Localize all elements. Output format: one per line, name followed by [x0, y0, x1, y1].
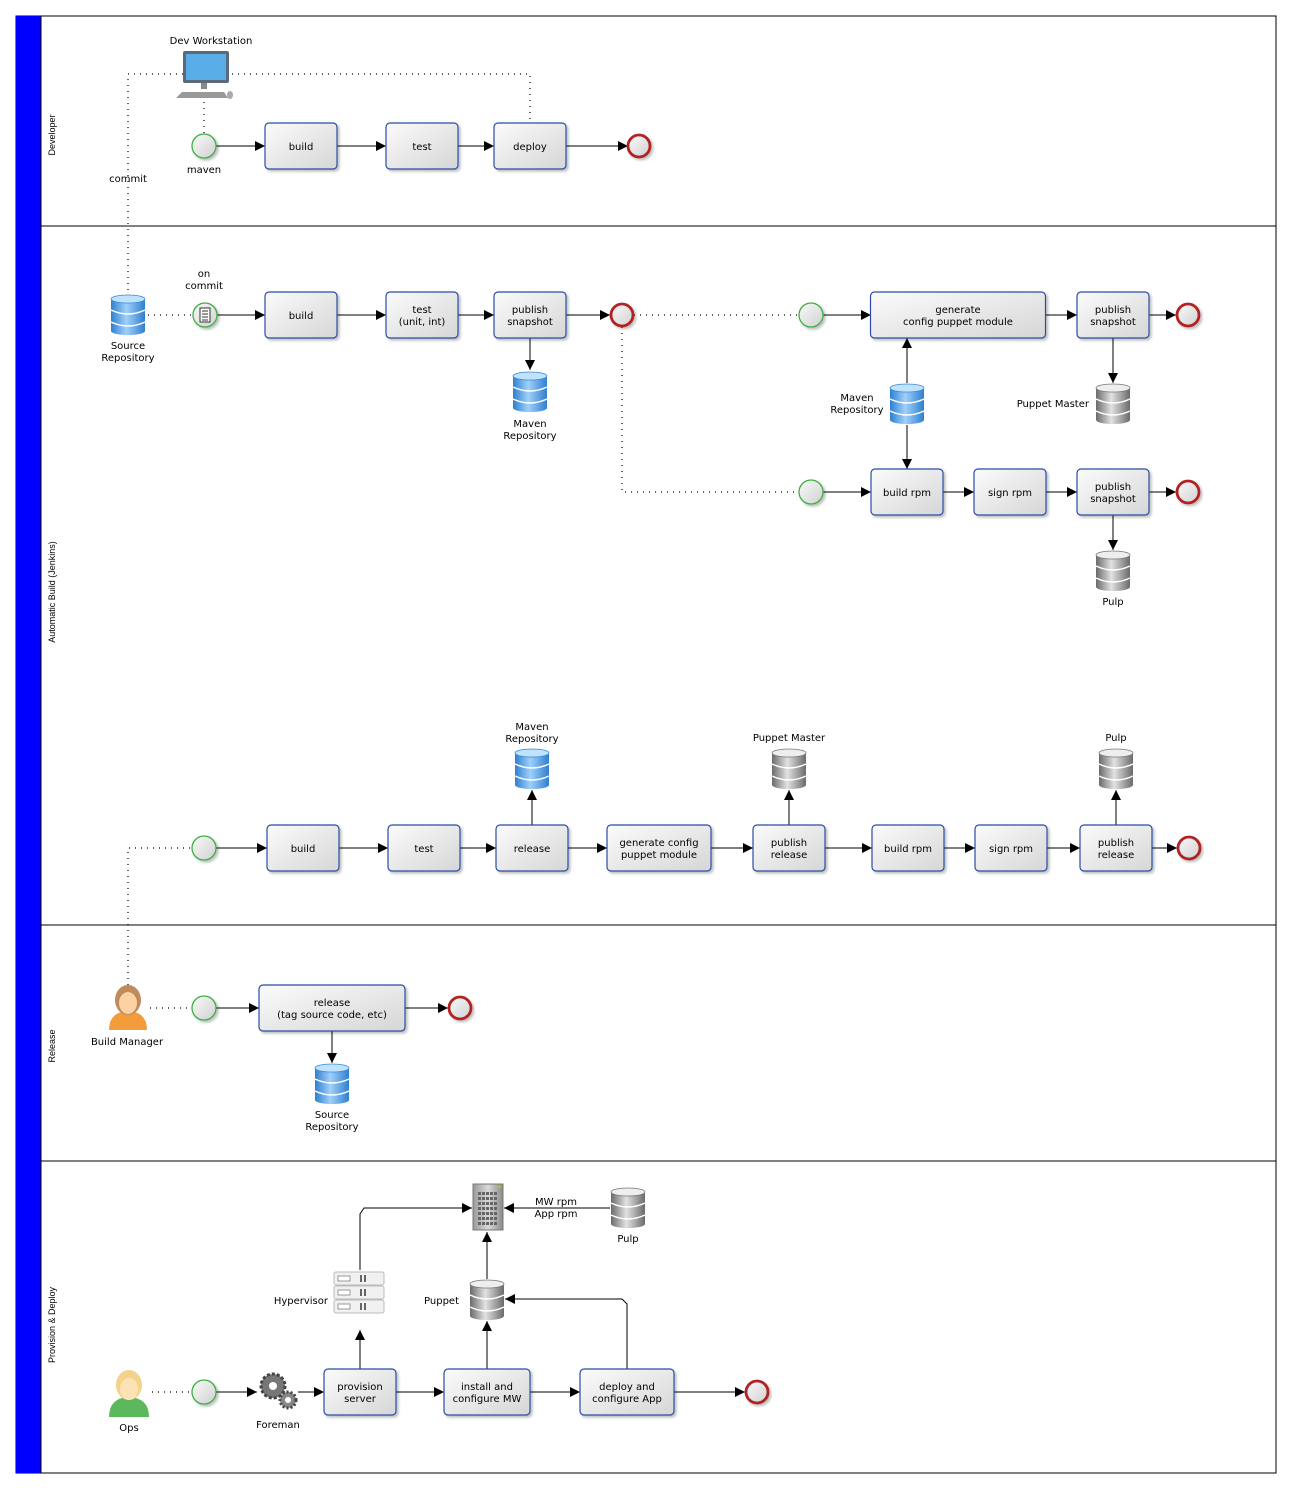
- task-sign-rpm-label: sign rpm: [988, 488, 1032, 499]
- task-generate-puppet-module[interactable]: generate config puppet module: [869, 291, 1047, 339]
- task-dev-test[interactable]: test: [385, 122, 459, 170]
- build-manager-label: Build Manager: [91, 1037, 164, 1048]
- task-puppet-publish-snapshot-label: publish snapshot: [1090, 305, 1136, 328]
- task-release-test[interactable]: test: [387, 824, 461, 872]
- commit-label: commit: [109, 174, 147, 185]
- task-provision-server[interactable]: provision server: [323, 1368, 397, 1416]
- maven-label: maven: [187, 165, 221, 176]
- task-rpm-publish-snapshot-label: publish snapshot: [1090, 482, 1136, 505]
- task-deploy-configure-app-label: deploy and configure App: [592, 1382, 662, 1405]
- task-dev-build-label: build: [289, 142, 314, 153]
- maven-repository-db-icon: [512, 371, 548, 412]
- source-repository-db-icon: [110, 294, 146, 335]
- pool-frame: [15, 15, 1277, 1474]
- puppet-label: Puppet: [424, 1296, 459, 1307]
- mw-rpm-app-rpm-label: MW rpm App rpm: [535, 1197, 578, 1220]
- task-sign-rpm[interactable]: sign rpm: [973, 468, 1047, 516]
- task-dev-test-label: test: [412, 142, 431, 153]
- task-dev-deploy-label: deploy: [513, 142, 547, 153]
- pool-header: [16, 16, 41, 1473]
- task-dev-deploy[interactable]: deploy: [493, 122, 567, 170]
- pulp-db-icon-2: [1098, 748, 1134, 789]
- lane-label-release: Release: [47, 1029, 57, 1062]
- pulp-db-icon: [1095, 550, 1131, 591]
- task-install-configure-mw[interactable]: install and configure MW: [443, 1368, 531, 1416]
- end-event-developer[interactable]: [626, 133, 652, 159]
- task-release-sign-rpm[interactable]: sign rpm: [974, 824, 1048, 872]
- start-event-rpm[interactable]: [798, 479, 824, 505]
- puppet-master-db-icon: [1095, 383, 1131, 424]
- task-release-build[interactable]: build: [266, 824, 340, 872]
- pulp-label-3: Pulp: [617, 1234, 638, 1245]
- task-puppet-publish-snapshot[interactable]: publish snapshot: [1076, 291, 1150, 339]
- task-ci-publish-snapshot[interactable]: publish snapshot: [493, 291, 567, 339]
- task-release-generate-puppet[interactable]: generate config puppet module: [606, 824, 712, 872]
- hypervisor-label: Hypervisor: [274, 1296, 329, 1307]
- task-ci-test[interactable]: test (unit, int): [385, 291, 459, 339]
- puppet-master-label: Puppet Master: [1017, 399, 1090, 410]
- pulp-label: Pulp: [1102, 597, 1123, 608]
- puppet-master-db-icon-2: [771, 748, 807, 789]
- task-tag-release[interactable]: release (tag source code, etc): [258, 984, 406, 1032]
- puppet-db-icon: [469, 1279, 505, 1320]
- end-event-provision[interactable]: [744, 1379, 770, 1405]
- lane-label-provision-deploy: Provision & Deploy: [47, 1286, 57, 1363]
- end-event-rpm[interactable]: [1175, 479, 1201, 505]
- maven-repository-db-icon-3: [514, 748, 550, 789]
- task-build-rpm[interactable]: build rpm: [870, 468, 944, 516]
- task-publish-release-puppet[interactable]: publish release: [752, 824, 826, 872]
- message-document-icon: [199, 307, 211, 323]
- task-build-rpm-label: build rpm: [883, 488, 931, 499]
- task-rpm-publish-snapshot[interactable]: publish snapshot: [1076, 468, 1150, 516]
- task-publish-release-pulp[interactable]: publish release: [1079, 824, 1153, 872]
- puppet-master-label-2: Puppet Master: [753, 733, 826, 744]
- task-publish-release-pulp-label: publish release: [1098, 838, 1134, 861]
- task-dev-build[interactable]: build: [264, 122, 338, 170]
- task-ci-build[interactable]: build: [264, 291, 338, 339]
- task-release[interactable]: release: [495, 824, 569, 872]
- start-event-maven[interactable]: [191, 133, 217, 159]
- lane-label-automatic-build: Automatic Build (Jenkins): [47, 541, 57, 643]
- lane-label-developer: Developer: [47, 114, 57, 155]
- task-release-build-rpm[interactable]: build rpm: [871, 824, 945, 872]
- task-ci-build-label: build: [289, 311, 314, 322]
- end-event-puppet[interactable]: [1175, 302, 1201, 328]
- task-deploy-configure-app[interactable]: deploy and configure App: [579, 1368, 675, 1416]
- bpmn-diagram: Developer Automatic Build (Jenkins) Rele…: [15, 15, 1277, 1474]
- task-install-configure-mw-label: install and configure MW: [453, 1382, 522, 1405]
- start-event-on-commit[interactable]: [192, 302, 218, 328]
- ops-label: Ops: [119, 1423, 138, 1434]
- task-release-build-rpm-label: build rpm: [884, 844, 932, 855]
- pulp-label-2: Pulp: [1105, 733, 1126, 744]
- dev-workstation-label: Dev Workstation: [170, 36, 253, 47]
- maven-repository-db-icon-2: [889, 383, 925, 424]
- start-event-release-build[interactable]: [191, 835, 217, 861]
- task-release-label: release: [514, 844, 550, 855]
- task-release-generate-puppet-label: generate config puppet module: [619, 838, 698, 861]
- start-event-tag-release[interactable]: [191, 995, 217, 1021]
- end-event-tag-release[interactable]: [447, 995, 473, 1021]
- task-release-build-label: build: [291, 844, 316, 855]
- hypervisor-server-stack-icon: [333, 1271, 385, 1314]
- foreman-label: Foreman: [256, 1420, 300, 1431]
- task-publish-release-puppet-label: publish release: [771, 838, 807, 861]
- target-server-tower-icon: [472, 1183, 504, 1231]
- end-event-release-build[interactable]: [1176, 835, 1202, 861]
- start-event-puppet[interactable]: [798, 302, 824, 328]
- task-release-test-label: test: [414, 844, 433, 855]
- source-repository-db-icon-2: [314, 1063, 350, 1104]
- task-release-sign-rpm-label: sign rpm: [989, 844, 1033, 855]
- start-event-provision[interactable]: [191, 1379, 217, 1405]
- pulp-db-icon-3: [610, 1187, 646, 1228]
- task-ci-publish-snapshot-label: publish snapshot: [507, 305, 553, 328]
- end-event-ci-snapshot[interactable]: [609, 302, 635, 328]
